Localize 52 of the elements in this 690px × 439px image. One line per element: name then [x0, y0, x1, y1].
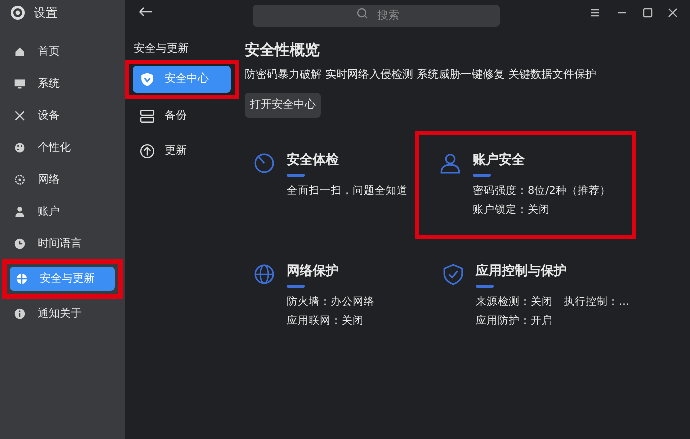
sidebar-item[interactable]: 通知关于 — [8, 302, 117, 326]
info-icon — [14, 308, 26, 320]
close-icon[interactable] — [668, 8, 678, 18]
user-icon — [440, 153, 461, 174]
sidebar-item[interactable]: 设备 — [8, 104, 117, 128]
open-security-center-button[interactable]: 打开安全中心 — [245, 93, 321, 118]
back-arrow-icon[interactable] — [139, 7, 153, 17]
search-field[interactable]: 搜索 — [253, 4, 500, 26]
title-underline — [473, 174, 491, 176]
card-title[interactable]: 账户安全 — [473, 151, 525, 170]
stacked-boxes-icon — [140, 108, 155, 124]
sidebar-item[interactable]: 网络 — [8, 168, 117, 192]
status-text: 来源检测：关闭 执行控制：… — [476, 294, 630, 310]
status-text: 密码强度：8位/2种（推荐） — [473, 184, 611, 198]
palette-icon — [14, 142, 26, 154]
globe-icon — [254, 264, 275, 285]
menu-icon[interactable] — [590, 8, 600, 18]
gauge-icon — [254, 153, 275, 174]
title-underline — [287, 174, 305, 176]
status-text: 全面扫一扫，问题全知道 — [287, 184, 408, 198]
card-title[interactable]: 应用控制与保护 — [476, 262, 567, 282]
status-text: 账户锁定：关闭 — [473, 203, 550, 218]
window-title: 设置 — [34, 5, 58, 22]
sidebar-item[interactable]: 账户 — [8, 200, 117, 224]
globe-icon — [14, 174, 26, 186]
overview-description: 防密码暴力破解 实时网络入侵检测 系统威胁一键修复 关键数据文件保护 — [245, 66, 596, 82]
clock-icon — [14, 238, 26, 250]
title-underline — [287, 284, 305, 288]
quartered-circle-icon — [16, 273, 28, 285]
home-icon — [14, 46, 26, 58]
settings-icon — [10, 5, 26, 21]
status-text: 应用防护：开启 — [476, 314, 553, 330]
subnav-item[interactable]: 更新 — [133, 138, 232, 164]
section-title: 安全与更新 — [134, 41, 190, 57]
title-underline — [476, 284, 494, 288]
status-text: 防火墙：办公网络 — [287, 294, 375, 310]
search-icon — [357, 8, 368, 19]
shield-check-icon — [443, 264, 464, 285]
sidebar-item[interactable]: 时间语言 — [8, 232, 117, 256]
card-title[interactable]: 安全体检 — [287, 151, 339, 170]
sidebar-item[interactable]: 个性化 — [8, 136, 117, 160]
subnav-item[interactable]: 备份 — [133, 102, 232, 130]
overview-title: 安全性概览 — [245, 40, 320, 61]
maximize-icon[interactable] — [643, 8, 653, 18]
status-text: 应用联网：关闭 — [287, 314, 364, 330]
monitor-icon — [14, 78, 26, 90]
sidebar-item[interactable]: 系统 — [8, 72, 117, 96]
person-icon — [14, 206, 26, 218]
shield-icon — [140, 72, 155, 86]
up-arrow-circle-icon — [140, 144, 155, 158]
sidebar-item[interactable]: 首页 — [8, 40, 117, 64]
card-title[interactable]: 网络保护 — [287, 262, 339, 282]
